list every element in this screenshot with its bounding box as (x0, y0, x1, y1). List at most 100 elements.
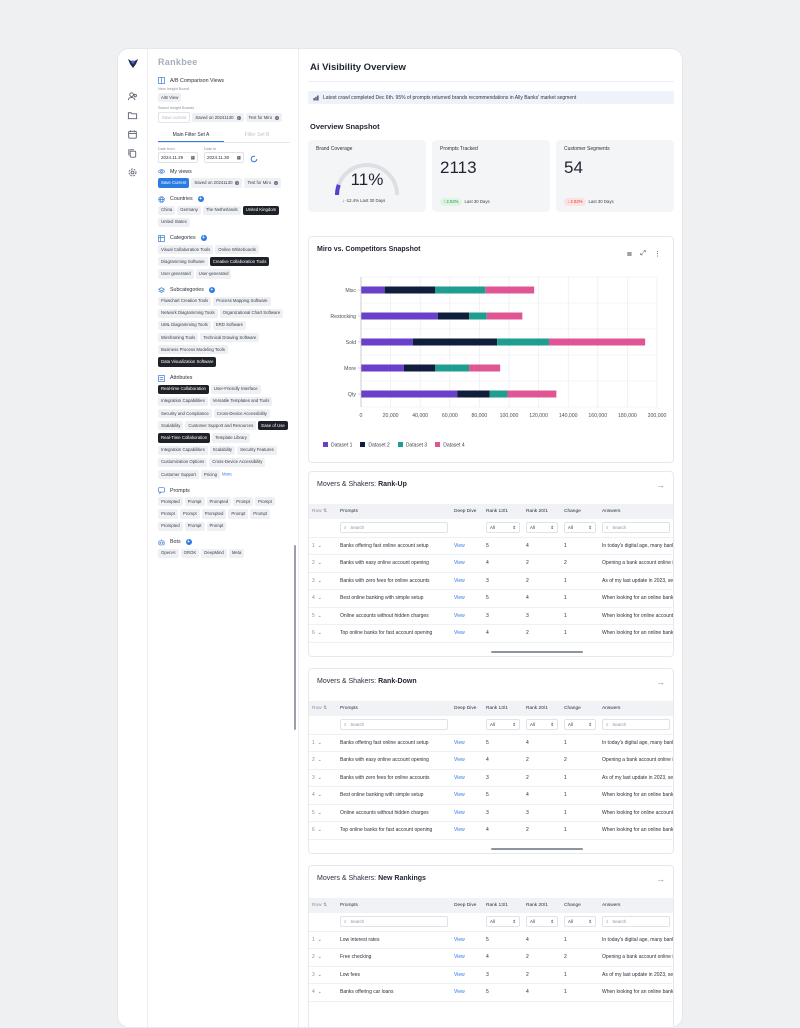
column-header[interactable]: Prompts (337, 701, 451, 716)
arrow-right-icon[interactable]: → (656, 677, 665, 687)
table-row[interactable]: 4 ⌄ Banks offering car loans View 5 4 1 … (309, 983, 673, 1002)
table-row[interactable]: 5 ⌄ Online accounts without hidden charg… (309, 804, 673, 822)
column-header[interactable]: Deep Dive (451, 898, 483, 913)
subcategory-chip[interactable]: Technical Drawing Software (200, 333, 260, 343)
rank-filter-select[interactable]: All ⇕ (486, 916, 520, 928)
prompt-chip[interactable]: Prompted (206, 497, 232, 507)
save-current-button[interactable]: Save Current (158, 178, 190, 188)
ab-comparison-header[interactable]: A/B Comparison Views (158, 77, 290, 84)
rank-filter-select[interactable]: All ⇕ (526, 916, 558, 928)
more-vertical-icon[interactable]: ⋮ (654, 250, 661, 258)
answers-search-input[interactable]: ⌕ Search (602, 522, 670, 534)
attribute-chip[interactable]: Cross-Device Accessibility (209, 457, 266, 467)
chevron-down-icon[interactable]: ⌄ (318, 630, 322, 636)
tab-filter-set-b[interactable]: Filter Set B (224, 130, 290, 142)
chevron-down-icon[interactable]: ⌄ (318, 989, 322, 995)
rank-filter-select[interactable]: All ⇕ (564, 522, 596, 534)
view-link[interactable]: View (454, 560, 465, 566)
tab-filter-set-a[interactable]: Main Filter Set A (158, 130, 224, 143)
view-link[interactable]: View (454, 989, 465, 995)
sort-icon[interactable]: ⇅ (323, 903, 327, 908)
country-chip[interactable]: United Kingdom (242, 205, 280, 215)
country-chip[interactable]: Germany (177, 205, 201, 215)
attribute-chip[interactable]: Real-time Collaboration (158, 384, 209, 394)
answers-search-input[interactable]: ⌕ Search (602, 719, 670, 731)
attribute-chip[interactable]: User-Friendly Interface (210, 384, 261, 394)
prompt-chip[interactable]: Prompted (201, 509, 227, 519)
prompt-chip[interactable]: Prompt (184, 521, 205, 531)
search-input[interactable]: ⌕ Search (340, 916, 448, 928)
attribute-chip[interactable]: Integration Capabilities (158, 445, 208, 455)
table-row[interactable]: 3 ⌄ Banks with zero fees for online acco… (309, 572, 673, 590)
category-chip[interactable]: Online Whiteboards (215, 244, 260, 255)
arrow-right-icon[interactable]: → (656, 874, 665, 884)
subcategory-chip[interactable]: UML Diagramming Tools (158, 320, 211, 331)
arrow-right-icon[interactable]: → (656, 480, 665, 490)
table-row[interactable]: 1 ⌄ Banks offering fast online account s… (309, 734, 673, 752)
prompt-chip[interactable]: Prompted (158, 521, 183, 531)
column-header[interactable]: Change (561, 898, 599, 913)
ab-view-chip[interactable]: A/B View (158, 93, 182, 103)
column-header[interactable]: Prompts (337, 898, 451, 913)
bot-chip[interactable]: GROK (180, 548, 200, 558)
menu-lines-icon[interactable]: ≣ (627, 250, 633, 258)
attribute-chip[interactable]: Customization Options (158, 457, 208, 467)
attribute-chip[interactable]: Versatile Templates and Tools (209, 396, 273, 406)
table-row[interactable]: 6 ⌄ Top online banks for fast account op… (309, 624, 673, 643)
subcategory-chip[interactable]: Process Mapping Software (213, 296, 271, 306)
settings-icon[interactable] (127, 167, 138, 178)
prompt-chip[interactable]: Prompt (233, 497, 253, 507)
copy-icon[interactable] (127, 148, 138, 159)
column-header[interactable]: Rank 20/1 (523, 898, 561, 913)
prompt-chip[interactable]: Prompt (179, 509, 200, 519)
column-header[interactable]: Rank 13/1 (483, 898, 523, 913)
table-row[interactable]: 3 ⌄ Low fees View 3 2 1 As of my last up… (309, 966, 673, 984)
chevron-down-icon[interactable]: ⌄ (318, 560, 322, 566)
table-row[interactable]: 6 ⌄ Top online banks for fast account op… (309, 821, 673, 840)
chevron-down-icon[interactable]: ⌄ (318, 827, 322, 833)
chevron-down-icon[interactable]: ⌄ (318, 792, 322, 798)
chevron-down-icon[interactable]: ⌄ (318, 954, 322, 960)
column-header[interactable]: Rank 20/1 (523, 504, 561, 519)
table-row[interactable]: 3 ⌄ Banks with zero fees for online acco… (309, 769, 673, 787)
chevron-down-icon[interactable]: ⌄ (318, 613, 322, 619)
view-link[interactable]: View (454, 775, 465, 781)
chevron-down-icon[interactable]: ⌄ (318, 775, 322, 781)
column-header[interactable]: Change (561, 504, 599, 519)
chevron-down-icon[interactable]: ⌄ (318, 578, 322, 584)
view-link[interactable]: View (454, 543, 465, 549)
column-header[interactable]: Answers (599, 898, 673, 913)
chevron-down-icon[interactable]: ⌄ (318, 595, 322, 601)
category-chip[interactable]: Creative Collaboration Tools (209, 257, 270, 267)
saved-view-chip[interactable]: Test for Miro × (244, 178, 282, 188)
search-input[interactable]: ⌕ Search (340, 522, 448, 534)
rank-filter-select[interactable]: All ⇕ (526, 522, 558, 534)
column-header[interactable]: Rank 20/1 (523, 701, 561, 716)
subcategory-chip[interactable]: Wireframing Tools (158, 333, 199, 343)
legend-item[interactable]: Dataset 1 (323, 442, 352, 449)
country-chip[interactable]: United States (158, 217, 190, 227)
search-input[interactable]: ⌕ Search (340, 719, 448, 731)
rank-filter-select[interactable]: All ⇕ (526, 719, 558, 731)
view-link[interactable]: View (454, 757, 465, 763)
remove-icon[interactable]: × (235, 180, 240, 185)
add-category-icon[interactable]: + (200, 235, 207, 242)
view-link[interactable]: View (454, 613, 465, 619)
table-row[interactable]: 5 ⌄ Online accounts without hidden charg… (309, 607, 673, 625)
remove-icon[interactable]: × (236, 115, 241, 120)
view-link[interactable]: View (454, 630, 465, 636)
legend-item[interactable]: Dataset 4 (435, 442, 465, 449)
category-chip[interactable]: Visual Collaboration Tools (158, 244, 214, 255)
attribute-chip[interactable]: Cross-Device Accessibility (213, 409, 270, 419)
chevron-down-icon[interactable]: ⌄ (318, 810, 322, 816)
chevron-down-icon[interactable]: ⌄ (318, 937, 322, 943)
view-link[interactable]: View (454, 792, 465, 798)
rank-filter-select[interactable]: All ⇕ (486, 719, 520, 731)
country-chip[interactable]: The Netherlands (202, 205, 241, 215)
view-link[interactable]: View (454, 827, 465, 833)
column-header[interactable]: Deep Dive (451, 504, 483, 519)
attribute-chip[interactable]: Scalability (158, 421, 184, 431)
table-row[interactable]: 2 ⌄ Free checking View 4 2 2 Opening a b… (309, 948, 673, 967)
attribute-chip[interactable]: Template Library (212, 433, 250, 443)
attribute-chip[interactable]: Customer Support (158, 469, 199, 480)
